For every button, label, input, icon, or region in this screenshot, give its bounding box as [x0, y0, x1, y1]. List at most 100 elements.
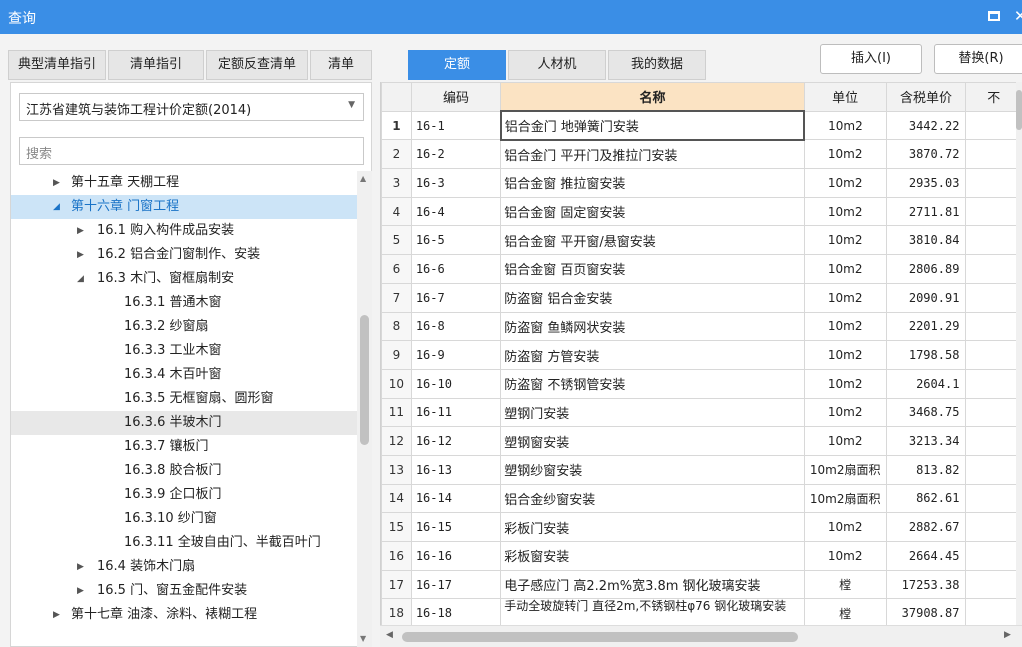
table-hscroll-thumb[interactable]: [402, 632, 798, 642]
column-header-code[interactable]: 编码: [410, 82, 502, 112]
quota-library-dropdown[interactable]: 江苏省建筑与装饰工程计价定额(2014) ▼: [19, 93, 364, 121]
column-header-price[interactable]: 含税单价: [885, 82, 967, 112]
cell-name[interactable]: 塑钢门安装: [500, 397, 805, 428]
row-number[interactable]: 15: [381, 512, 412, 542]
insert-button[interactable]: 插入(I): [820, 44, 922, 74]
table-row[interactable]: 18 16-18 手动全玻旋转门 直径2m,不锈钢柱φ76 钢化玻璃安装樘 37908…: [381, 598, 1022, 629]
scroll-up-icon[interactable]: ▲: [360, 174, 366, 183]
cell-unit[interactable]: 10m2: [803, 512, 887, 542]
tree-leaf[interactable]: 16.3.5 无框窗扇、圆形窗: [11, 387, 357, 411]
table-row[interactable]: 6 16-6 铝合金窗 百页窗安装 10m2 2806.89: [381, 254, 1022, 284]
scroll-left-icon[interactable]: ◀: [386, 630, 393, 640]
cell-code[interactable]: 16-16: [410, 541, 502, 571]
cell-code[interactable]: 16-1: [410, 110, 502, 141]
cell-code[interactable]: 16-2: [410, 139, 502, 170]
column-header-name[interactable]: 名称: [500, 82, 805, 112]
cell-price[interactable]: 2806.89: [885, 254, 967, 284]
tree-node[interactable]: ▶ 16.5 门、窗五金配件安装: [11, 579, 357, 603]
cell-name[interactable]: 铝合金窗 平开窗/悬窗安装: [500, 225, 805, 256]
tree-leaf[interactable]: 16.3.8 胶合板门: [11, 459, 357, 483]
cell-code[interactable]: 16-5: [410, 225, 502, 256]
cell-code[interactable]: 16-4: [410, 196, 502, 227]
cell-extra[interactable]: [965, 454, 1022, 485]
cell-code[interactable]: 16-14: [410, 483, 502, 514]
cell-code[interactable]: 16-12: [410, 426, 502, 456]
row-number[interactable]: 5: [381, 225, 412, 256]
tree-node[interactable]: ▶ 16.2 铝合金门窗制作、安装: [11, 243, 357, 267]
table-row[interactable]: 12 16-12 塑钢窗安装 10m2 3213.34: [381, 426, 1022, 456]
tree-leaf[interactable]: 16.3.10 纱门窗: [11, 507, 357, 531]
cell-unit[interactable]: 10m2: [803, 282, 887, 313]
tree-node[interactable]: ▶ 第十七章 油漆、涂料、裱糊工程: [11, 603, 357, 627]
cell-name[interactable]: 防盗窗 不锈钢管安装: [500, 368, 805, 399]
tree-leaf[interactable]: 16.3.9 企口板门: [11, 483, 357, 507]
cell-price[interactable]: 2882.67: [885, 512, 967, 542]
table-row[interactable]: 15 16-15 彩板门安装 10m2 2882.67: [381, 512, 1022, 542]
column-header-unit[interactable]: 单位: [803, 82, 887, 112]
row-number[interactable]: 10: [381, 368, 412, 399]
row-number[interactable]: 13: [381, 454, 412, 485]
tree-leaf[interactable]: 16.3.2 纱窗扇: [11, 315, 357, 339]
cell-extra[interactable]: [965, 196, 1022, 227]
cell-unit[interactable]: 10m2: [803, 110, 887, 141]
expand-icon[interactable]: ▶: [53, 171, 60, 195]
tree-leaf[interactable]: 16.3.4 木百叶窗: [11, 363, 357, 387]
cell-unit[interactable]: 10m2: [803, 426, 887, 456]
column-header-extra[interactable]: 不: [965, 82, 1022, 112]
cell-extra[interactable]: [965, 397, 1022, 428]
expand-icon[interactable]: ▶: [77, 555, 84, 579]
cell-unit[interactable]: 10m2: [803, 340, 887, 370]
cell-code[interactable]: 16-3: [410, 168, 502, 198]
cell-code[interactable]: 16-15: [410, 512, 502, 542]
tab-list[interactable]: 清单: [310, 50, 372, 80]
row-number[interactable]: 12: [381, 426, 412, 456]
cell-extra[interactable]: [965, 254, 1022, 284]
cell-extra[interactable]: [965, 311, 1022, 342]
cell-price[interactable]: 3468.75: [885, 397, 967, 428]
cell-name[interactable]: 防盗窗 方管安装: [500, 340, 805, 370]
tree-node[interactable]: ▶ 第十五章 天棚工程: [11, 171, 357, 195]
cell-extra[interactable]: [965, 340, 1022, 370]
cell-unit[interactable]: 樘: [803, 569, 887, 600]
cell-extra[interactable]: [965, 110, 1022, 141]
cell-unit[interactable]: 10m2: [803, 368, 887, 399]
tab-typical-list-guide[interactable]: 典型清单指引: [8, 50, 106, 80]
row-number[interactable]: 6: [381, 254, 412, 284]
cell-unit[interactable]: 10m2: [803, 311, 887, 342]
search-input[interactable]: 搜索: [19, 137, 364, 165]
cell-price[interactable]: 37908.87: [885, 598, 967, 629]
cell-code[interactable]: 16-8: [410, 311, 502, 342]
scroll-down-icon[interactable]: ▼: [360, 634, 366, 643]
cell-unit[interactable]: 10m2: [803, 541, 887, 571]
cell-price[interactable]: 3870.72: [885, 139, 967, 170]
cell-extra[interactable]: [965, 426, 1022, 456]
row-number[interactable]: 14: [381, 483, 412, 514]
table-row[interactable]: 16 16-16 彩板窗安装 10m2 2664.45: [381, 541, 1022, 571]
cell-name[interactable]: 电子感应门 高2.2m%宽3.8m 钢化玻璃安装: [500, 569, 805, 600]
cell-code[interactable]: 16-11: [410, 397, 502, 428]
cell-extra[interactable]: [965, 225, 1022, 256]
table-row[interactable]: 17 16-17 电子感应门 高2.2m%宽3.8m 钢化玻璃安装樘 17253.38: [381, 569, 1022, 600]
cell-extra[interactable]: [965, 368, 1022, 399]
cell-extra[interactable]: [965, 598, 1022, 629]
cell-name[interactable]: 铝合金门 平开门及推拉门安装: [500, 139, 805, 170]
cell-extra[interactable]: [965, 168, 1022, 198]
table-row[interactable]: 5 16-5 铝合金窗 平开窗/悬窗安装 10m2 3810.84: [381, 225, 1022, 256]
close-icon[interactable]: ✕: [1014, 7, 1022, 25]
cell-unit[interactable]: 10m2: [803, 196, 887, 227]
table-row[interactable]: 9 16-9 防盗窗 方管安装 10m2 1798.58: [381, 340, 1022, 370]
cell-price[interactable]: 3810.84: [885, 225, 967, 256]
tree-leaf[interactable]: 16.3.1 普通木窗: [11, 291, 357, 315]
row-number[interactable]: 2: [381, 139, 412, 170]
row-number[interactable]: 7: [381, 282, 412, 313]
tab-labor-materials[interactable]: 人材机: [508, 50, 606, 80]
tab-my-data[interactable]: 我的数据: [608, 50, 706, 80]
row-number[interactable]: 16: [381, 541, 412, 571]
cell-unit[interactable]: 10m2: [803, 139, 887, 170]
expand-icon[interactable]: ▶: [77, 243, 84, 267]
cell-name[interactable]: 铝合金窗 固定窗安装: [500, 196, 805, 227]
table-row[interactable]: 3 16-3 铝合金窗 推拉窗安装 10m2 2935.03: [381, 168, 1022, 198]
cell-unit[interactable]: 樘: [803, 598, 887, 629]
tab-quota-reverse-lookup[interactable]: 定额反查清单: [206, 50, 308, 80]
cell-price[interactable]: 2604.1: [885, 368, 967, 399]
